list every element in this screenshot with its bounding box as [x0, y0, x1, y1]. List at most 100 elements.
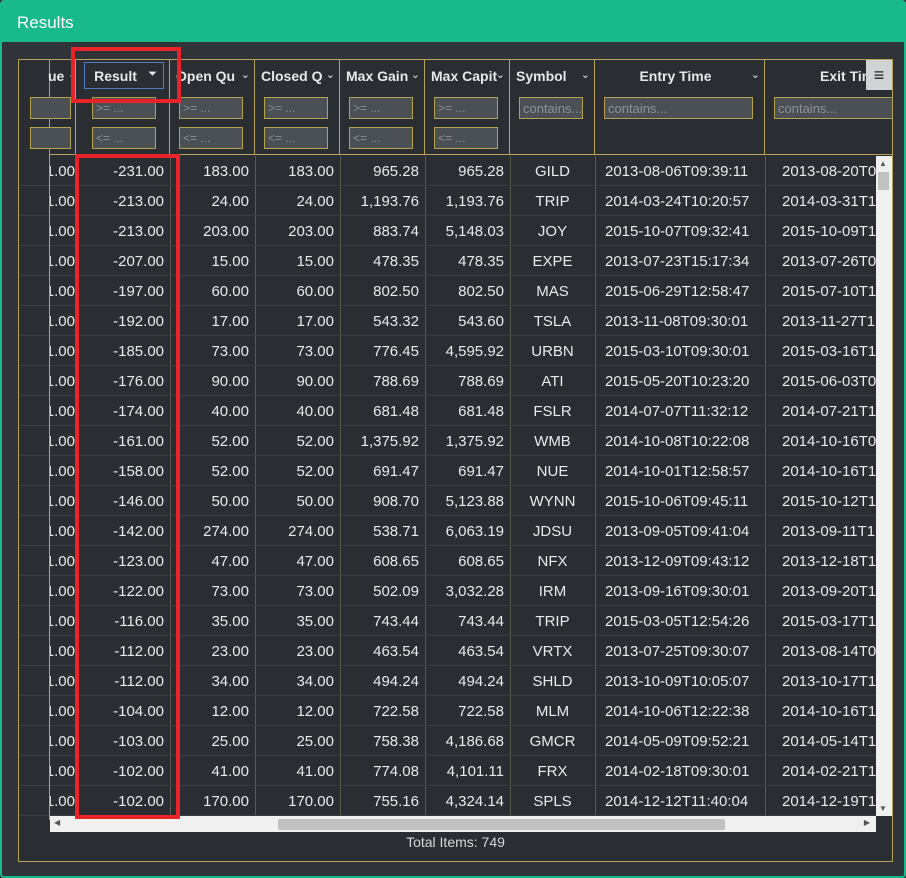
- row-selector[interactable]: [19, 546, 49, 576]
- value-gte-filter[interactable]: [30, 97, 71, 119]
- row-selector[interactable]: [19, 636, 49, 666]
- cell-max-capital: 965.28: [458, 163, 504, 180]
- chevron-down-icon[interactable]: ⌄: [411, 68, 420, 81]
- column-result-title: Result: [94, 68, 137, 84]
- row-selector[interactable]: [19, 186, 49, 216]
- table-row[interactable]: 1.00 -112.00 23.00 23.00 463.54 463.54 VRTX 201…: [50, 636, 876, 666]
- row-selector[interactable]: [19, 456, 49, 486]
- cell-max-gain: 1,375.92: [360, 433, 419, 450]
- vertical-scrollbar[interactable]: ▲ ▼: [876, 156, 892, 816]
- table-row[interactable]: 1.00 -142.00 274.00 274.00 538.71 6,063.19 JDS…: [50, 516, 876, 546]
- table-row[interactable]: 1.00 -146.00 50.00 50.00 908.70 5,123.88 WYNN 2…: [50, 486, 876, 516]
- column-max-capital[interactable]: Max Capit ⌄ >= ... <= ...: [425, 60, 510, 155]
- cell-value: 1.00: [50, 733, 75, 750]
- result-gte-filter[interactable]: >= ...: [92, 97, 156, 119]
- scroll-up-arrow-icon[interactable]: ▲: [879, 159, 887, 168]
- value-lte-filter[interactable]: [30, 127, 71, 149]
- chevron-down-icon[interactable]: ⌄: [241, 68, 250, 81]
- row-selector[interactable]: [19, 756, 49, 786]
- horizontal-scroll-thumb[interactable]: [278, 819, 725, 830]
- cell-closed-qty: 41.00: [296, 763, 334, 780]
- hamburger-menu-icon[interactable]: ≡: [866, 60, 892, 90]
- table-row[interactable]: 1.00 -161.00 52.00 52.00 1,375.92 1,375.92 WMB…: [50, 426, 876, 456]
- row-selector[interactable]: [19, 576, 49, 606]
- cell-open-qty: 170.00: [203, 793, 249, 810]
- cell-max-capital: 681.48: [458, 403, 504, 420]
- closed-qty-lte-filter[interactable]: <= ...: [264, 127, 328, 149]
- table-row[interactable]: 1.00 -116.00 35.00 35.00 743.44 743.44 TRIP 201…: [50, 606, 876, 636]
- table-row[interactable]: 1.00 -213.00 24.00 24.00 1,193.76 1,193.76 TRI…: [50, 186, 876, 216]
- cell-closed-qty: 15.00: [296, 253, 334, 270]
- column-entry-time[interactable]: Entry Time ⌄ contains...: [595, 60, 765, 155]
- cell-closed-qty: 170.00: [288, 793, 334, 810]
- exit-time-contains-filter[interactable]: contains...: [774, 97, 892, 119]
- closed-qty-gte-filter[interactable]: >= ...: [264, 97, 328, 119]
- cell-exit-time: 2014-12-19T1: [782, 793, 876, 810]
- cell-result: -185.00: [113, 343, 164, 360]
- cell-value: 1.00: [50, 373, 75, 390]
- sort-descending-icon[interactable]: ⏷: [148, 68, 157, 81]
- row-selector[interactable]: [19, 276, 49, 306]
- column-max-gain[interactable]: Max Gain ⌄ >= ... <= ...: [340, 60, 425, 155]
- chevron-down-icon[interactable]: ⌄: [496, 68, 505, 81]
- column-closed-qty[interactable]: Closed Q ⌄ >= ... <= ...: [255, 60, 340, 155]
- cell-value: 1.00: [50, 403, 75, 420]
- scroll-down-arrow-icon[interactable]: ▼: [879, 804, 887, 813]
- table-row[interactable]: 1.00 -185.00 73.00 73.00 776.45 4,595.92 URBN 2…: [50, 336, 876, 366]
- result-lte-filter[interactable]: <= ...: [92, 127, 156, 149]
- cell-entry-time: 2013-12-09T09:43:12: [605, 553, 750, 570]
- column-value[interactable]: ue ⌄: [30, 60, 77, 155]
- row-selector[interactable]: [19, 786, 49, 816]
- cell-entry-time: 2015-05-20T10:23:20: [605, 373, 750, 390]
- row-selector[interactable]: [19, 216, 49, 246]
- cell-max-gain: 774.08: [373, 763, 419, 780]
- row-selector[interactable]: [19, 366, 49, 396]
- vertical-scroll-thumb[interactable]: [878, 172, 889, 190]
- max-gain-lte-filter[interactable]: <= ...: [349, 127, 413, 149]
- table-row[interactable]: 1.00 -103.00 25.00 25.00 758.38 4,186.68 GMCR 2…: [50, 726, 876, 756]
- table-row[interactable]: 1.00 -176.00 90.00 90.00 788.69 788.69 ATI 2015…: [50, 366, 876, 396]
- table-row[interactable]: 1.00 -158.00 52.00 52.00 691.47 691.47 NUE 2014…: [50, 456, 876, 486]
- max-capital-gte-filter[interactable]: >= ...: [434, 97, 498, 119]
- scroll-right-arrow-icon[interactable]: ▶: [864, 818, 870, 827]
- table-row[interactable]: 1.00 -102.00 170.00 170.00 755.16 4,324.14 SPL…: [50, 786, 876, 816]
- table-row[interactable]: 1.00 -213.00 203.00 203.00 883.74 5,148.03 JOY…: [50, 216, 876, 246]
- table-row[interactable]: 1.00 -104.00 12.00 12.00 722.58 722.58 MLM 2014…: [50, 696, 876, 726]
- column-symbol[interactable]: Symbol ⌄ contains...: [510, 60, 595, 155]
- max-capital-lte-filter[interactable]: <= ...: [434, 127, 498, 149]
- symbol-contains-filter[interactable]: contains...: [519, 97, 583, 119]
- cell-max-gain: 1,193.76: [360, 193, 419, 210]
- horizontal-scrollbar[interactable]: ◀ ▶: [50, 816, 876, 832]
- table-row[interactable]: 1.00 -112.00 34.00 34.00 494.24 494.24 SHLD 201…: [50, 666, 876, 696]
- column-result[interactable]: Result ⏷ >= ... <= ...: [76, 60, 170, 155]
- table-row[interactable]: 1.00 -197.00 60.00 60.00 802.50 802.50 MAS 2015…: [50, 276, 876, 306]
- chevron-down-icon[interactable]: ⌄: [326, 68, 335, 81]
- table-row[interactable]: 1.00 -174.00 40.00 40.00 681.48 681.48 FSLR 201…: [50, 396, 876, 426]
- chevron-down-icon[interactable]: ⌄: [581, 68, 590, 81]
- row-selector[interactable]: [19, 696, 49, 726]
- column-open-qty[interactable]: Open Qu ⌄ >= ... <= ...: [170, 60, 255, 155]
- table-row[interactable]: 1.00 -192.00 17.00 17.00 543.32 543.60 TSLA 201…: [50, 306, 876, 336]
- row-selector[interactable]: [19, 666, 49, 696]
- row-selector[interactable]: [19, 726, 49, 756]
- row-selector[interactable]: [19, 606, 49, 636]
- row-selector[interactable]: [19, 516, 49, 546]
- max-gain-gte-filter[interactable]: >= ...: [349, 97, 413, 119]
- table-row[interactable]: 1.00 -123.00 47.00 47.00 608.65 608.65 NFX 2013…: [50, 546, 876, 576]
- row-selector[interactable]: [19, 156, 49, 186]
- scroll-left-arrow-icon[interactable]: ◀: [54, 818, 60, 827]
- open-qty-lte-filter[interactable]: <= ...: [179, 127, 243, 149]
- row-selector[interactable]: [19, 486, 49, 516]
- table-row[interactable]: 1.00 -231.00 183.00 183.00 965.28 965.28 GILD 2…: [50, 156, 876, 186]
- table-row[interactable]: 1.00 -207.00 15.00 15.00 478.35 478.35 EXPE 201…: [50, 246, 876, 276]
- open-qty-gte-filter[interactable]: >= ...: [179, 97, 243, 119]
- row-selector[interactable]: [19, 336, 49, 366]
- row-selector[interactable]: [19, 396, 49, 426]
- row-selector[interactable]: [19, 246, 49, 276]
- table-row[interactable]: 1.00 -102.00 41.00 41.00 774.08 4,101.11 FRX 20…: [50, 756, 876, 786]
- table-row[interactable]: 1.00 -122.00 73.00 73.00 502.09 3,032.28 IRM 20…: [50, 576, 876, 606]
- row-selector[interactable]: [19, 306, 49, 336]
- chevron-down-icon[interactable]: ⌄: [751, 68, 760, 81]
- row-selector[interactable]: [19, 426, 49, 456]
- entry-time-contains-filter[interactable]: contains...: [604, 97, 753, 119]
